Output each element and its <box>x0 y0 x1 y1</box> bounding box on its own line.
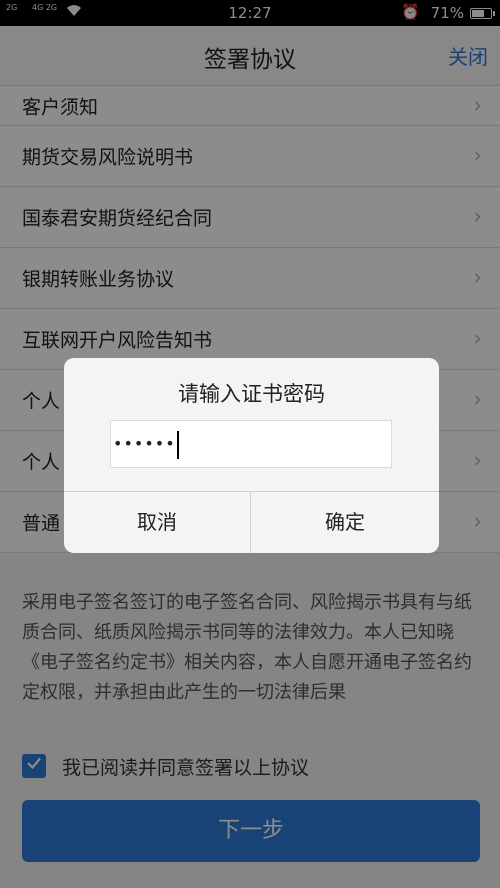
certificate-password-input[interactable]: •••••• <box>110 420 392 468</box>
dialog-button-row: 取消 确定 <box>64 491 439 553</box>
text-caret <box>176 430 179 459</box>
confirm-button[interactable]: 确定 <box>251 492 439 553</box>
dialog-title: 请输入证书密码 <box>178 382 325 406</box>
password-dialog: 请输入证书密码 •••••• 取消 确定 <box>64 358 439 553</box>
cancel-button[interactable]: 取消 <box>64 492 251 553</box>
password-value: •••••• <box>113 434 176 453</box>
